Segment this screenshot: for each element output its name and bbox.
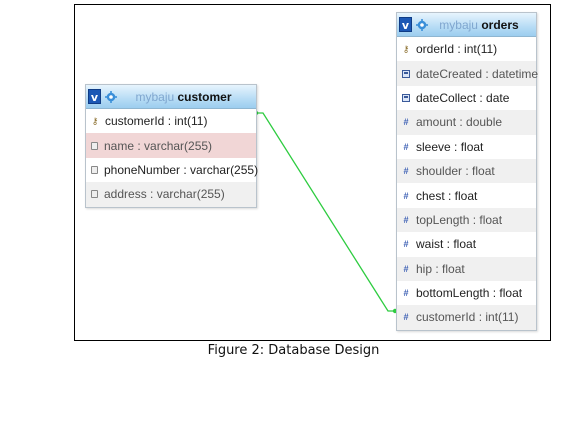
column-row[interactable]: # bottomLength : float [397, 281, 536, 305]
column-row[interactable]: dateCollect : date [397, 86, 536, 110]
column-label: customerId : int(11) [105, 114, 208, 129]
table-customer[interactable]: v mybaju customer ⚷ customerId : int(11)… [85, 84, 259, 208]
column-row[interactable]: ⚷ orderId : int(11) [397, 37, 536, 61]
column-label: amount : double [416, 115, 503, 130]
column-row[interactable]: phoneNumber : varchar(255) [86, 158, 259, 182]
key-icon: ⚷ [91, 116, 99, 127]
string-icon [91, 190, 98, 199]
calendar-icon [402, 69, 410, 78]
column-label: topLength : float [416, 212, 503, 227]
figure-caption: Figure 2: Database Design [207, 343, 380, 358]
column-row[interactable]: # shoulder : float [397, 158, 536, 184]
column-row[interactable]: # sleeve : float [397, 135, 536, 159]
column-label: name : varchar(255) [104, 138, 213, 153]
number-icon: # [403, 214, 409, 225]
number-icon: # [403, 288, 409, 299]
database-name: mybaju [135, 89, 175, 104]
number-icon: # [403, 141, 409, 152]
string-icon [91, 165, 98, 174]
column-row[interactable]: # chest : float [397, 183, 536, 207]
number-icon: # [403, 239, 409, 250]
column-label: sleeve : float [416, 139, 484, 154]
calendar-icon [402, 93, 410, 102]
table-orders-header[interactable]: v mybaju orders [397, 13, 536, 37]
column-row[interactable]: dateCreated : datetime [397, 61, 539, 86]
toggle-button[interactable]: v [88, 89, 101, 104]
column-label: dateCreated : datetime [416, 66, 539, 81]
column-label: waist : float [416, 237, 477, 252]
column-row[interactable]: # customerId : int(11) [397, 305, 536, 330]
column-row[interactable]: # amount : double [397, 110, 536, 135]
column-row[interactable]: name : varchar(255) [86, 133, 256, 158]
table-customer-header[interactable]: v mybaju customer [86, 85, 256, 109]
gear-icon[interactable] [105, 90, 117, 103]
table-orders[interactable]: v mybaju orders ⚷ orderId : int(11) date… [396, 12, 539, 331]
number-icon: # [403, 166, 409, 177]
database-name: mybaju [439, 17, 478, 32]
column-label: dateCollect : date [416, 90, 510, 105]
column-row[interactable]: ⚷ customerId : int(11) [86, 109, 256, 133]
column-label: shoulder : float [416, 164, 495, 179]
table-name: customer [177, 89, 232, 104]
number-icon: # [403, 312, 409, 323]
column-label: phoneNumber : varchar(255) [104, 162, 259, 177]
column-label: customerId : int(11) [416, 310, 519, 325]
column-row[interactable]: # waist : float [397, 232, 536, 256]
column-row[interactable]: address : varchar(255) [86, 182, 256, 207]
column-label: address : varchar(255) [104, 187, 225, 202]
string-icon [91, 141, 98, 150]
gear-icon[interactable] [416, 18, 428, 31]
number-icon: # [403, 263, 409, 274]
number-icon: # [403, 117, 409, 128]
key-icon: ⚷ [402, 44, 410, 55]
number-icon: # [403, 190, 409, 201]
column-label: chest : float [416, 188, 478, 203]
table-title: mybaju customer [117, 90, 256, 104]
column-label: orderId : int(11) [416, 42, 498, 57]
column-label: bottomLength : float [416, 286, 523, 301]
table-name: orders [481, 17, 519, 32]
column-row[interactable]: # topLength : float [397, 207, 536, 233]
table-title: mybaju orders [428, 18, 536, 32]
toggle-button[interactable]: v [399, 17, 412, 32]
column-row[interactable]: # hip : float [397, 256, 536, 281]
column-label: hip : float [416, 261, 465, 276]
